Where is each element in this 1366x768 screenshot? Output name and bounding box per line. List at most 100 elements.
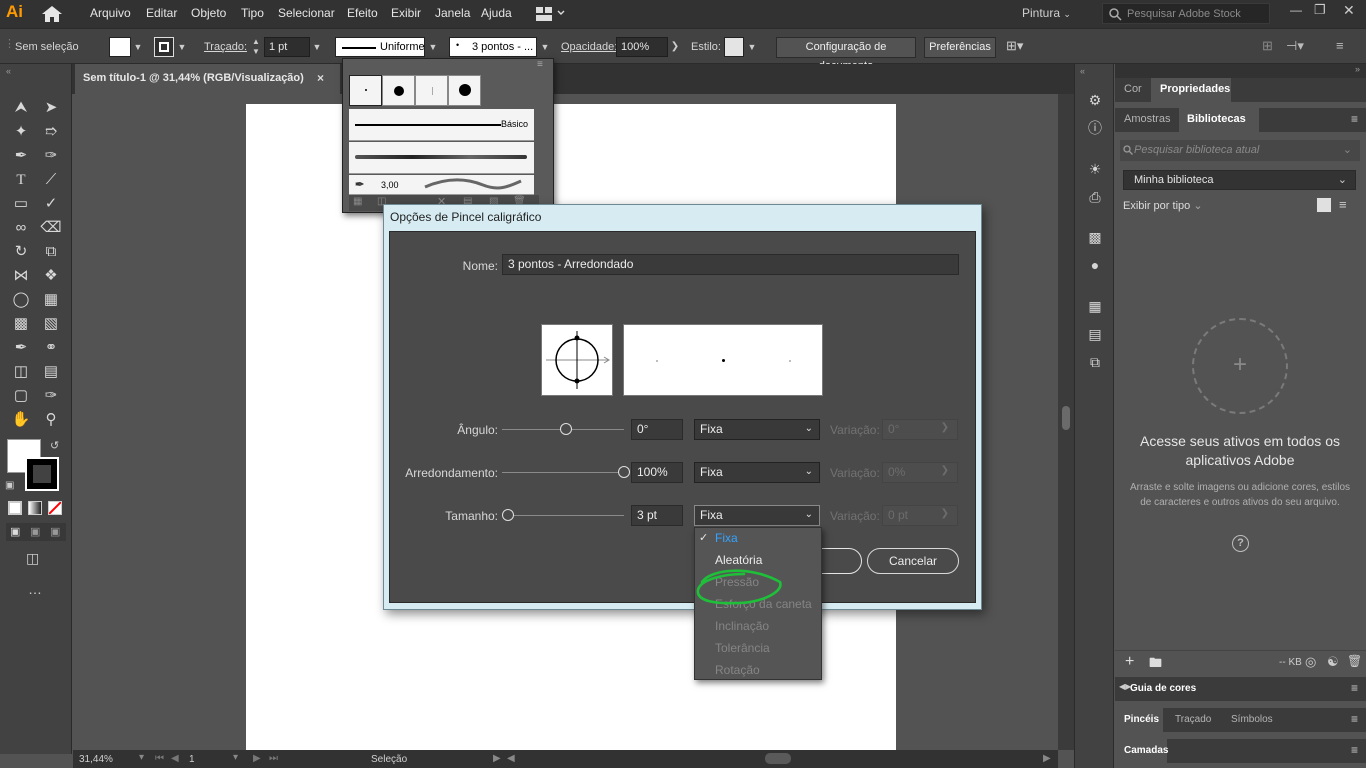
tab-tracado[interactable]: Traçado	[1175, 714, 1211, 725]
next-artboard-icon[interactable]: ▶	[253, 753, 261, 764]
gradient-mode-icon[interactable]	[28, 501, 42, 515]
menu-tipo[interactable]: Tipo	[241, 6, 264, 20]
stroke-dropdown[interactable]: ▼	[175, 37, 189, 57]
size-input[interactable]: 3 pt	[631, 505, 683, 526]
vertical-scrollbar[interactable]	[1058, 94, 1074, 750]
line-tool-icon[interactable]: ⟋	[40, 169, 62, 191]
chevron-down-icon[interactable]: ⌄	[1343, 143, 1352, 156]
brush-definition[interactable]: • 3 pontos - ...	[449, 37, 537, 57]
rotate-tool-icon[interactable]: ↻	[10, 241, 32, 263]
size-mode-select[interactable]: Fixa ⌄	[694, 505, 820, 526]
fill-swatch[interactable]	[109, 37, 131, 57]
magic-wand-tool-icon[interactable]: ✦	[10, 121, 32, 143]
size-slider-knob[interactable]	[502, 509, 514, 521]
eraser-tool-icon[interactable]: ⌫	[40, 217, 62, 239]
lasso-tool-icon[interactable]: ➱	[40, 121, 62, 143]
transform-panel-icon[interactable]: ▦	[1085, 296, 1105, 316]
profile-dropdown[interactable]: ▼	[426, 37, 440, 57]
arrange-documents-icon[interactable]	[536, 7, 566, 21]
stroke-color-swatch[interactable]	[25, 457, 59, 491]
tab-bibliotecas[interactable]: Bibliotecas	[1179, 108, 1259, 132]
brush-swatch-3[interactable]	[415, 75, 448, 106]
paintbrush-tool-icon[interactable]: ✓	[40, 193, 62, 215]
none-mode-icon[interactable]	[48, 501, 62, 515]
draw-behind-icon[interactable]: ▣	[30, 525, 40, 538]
close-window-icon[interactable]: ✕	[1343, 2, 1355, 19]
menu-ajuda[interactable]: Ajuda	[481, 6, 512, 20]
opacity-input[interactable]: 100%	[616, 37, 668, 57]
zoom-dropdown-icon[interactable]: ▾	[139, 752, 144, 763]
stroke-stepper[interactable]: ▲ ▼	[249, 37, 263, 57]
mesh-tool-icon[interactable]: ▩	[10, 313, 32, 335]
column-graph-tool-icon[interactable]: ▤	[40, 361, 62, 383]
tab-simbolos[interactable]: Símbolos	[1231, 714, 1273, 725]
library-menu-icon[interactable]: ≡	[1351, 112, 1358, 126]
vertical-scroll-thumb[interactable]	[1062, 406, 1070, 430]
angle-input[interactable]: 0°	[631, 419, 683, 440]
pen-tool-icon[interactable]: ✒	[10, 145, 32, 167]
blend-tool-icon[interactable]: ⚭	[40, 337, 62, 359]
previous-artboard-icon[interactable]: ◀	[171, 753, 179, 764]
brush-row-3pt[interactable]: ✒ 3,00	[349, 175, 534, 195]
zoom-level[interactable]: 31,44%	[79, 754, 113, 765]
add-library-asset-placeholder[interactable]: +	[1192, 318, 1288, 414]
size-slider-track[interactable]	[502, 515, 624, 516]
workspace-switcher[interactable]: Pintura ⌄	[1022, 6, 1071, 20]
style-dropdown[interactable]: ▼	[745, 37, 759, 57]
angle-slider-knob[interactable]	[560, 423, 572, 435]
artboard-tool-icon[interactable]: ▢	[10, 385, 32, 407]
collapse-toolbar-icon[interactable]: «	[6, 66, 11, 76]
pathfinder-panel-icon[interactable]: ⧉	[1085, 352, 1105, 372]
roundness-mode-select[interactable]: Fixa ⌄	[694, 462, 820, 483]
gradient-panel-icon[interactable]: ▩	[1085, 227, 1105, 247]
cancel-button[interactable]: Cancelar	[867, 548, 959, 574]
tab-pinceis[interactable]: Pincéis	[1115, 708, 1163, 732]
help-icon[interactable]: ?	[1232, 535, 1249, 552]
swap-colors-icon[interactable]: ↺	[50, 439, 59, 452]
menu-objeto[interactable]: Objeto	[191, 6, 226, 20]
direct-selection-tool-icon[interactable]: ➤	[40, 97, 62, 119]
draw-normal-icon[interactable]: ▣	[10, 525, 20, 538]
last-artboard-icon[interactable]: ⏭	[269, 753, 278, 764]
opacity-label[interactable]: Opacidade:	[561, 41, 617, 53]
style-swatch[interactable]	[724, 37, 744, 57]
brush-dropdown[interactable]: ▼	[538, 37, 552, 57]
align-icon[interactable]: ⊞	[1262, 38, 1273, 54]
selection-tool-icon[interactable]: ⮝	[10, 97, 32, 119]
stroke-weight-dropdown[interactable]: ▼	[310, 37, 324, 57]
tab-cor[interactable]: Cor	[1124, 83, 1142, 95]
info-panel-icon[interactable]: ⓘ	[1085, 118, 1105, 138]
document-setup-button[interactable]: Configuração de documento	[776, 37, 916, 72]
brush-row-basic[interactable]: Básico	[349, 109, 534, 141]
first-artboard-icon[interactable]: ⏮	[155, 753, 164, 764]
roundness-slider-track[interactable]	[502, 472, 624, 473]
color-panel-icon[interactable]: ☀	[1085, 159, 1105, 179]
menu-efeito[interactable]: Efeito	[347, 6, 378, 20]
brush-swatch-2[interactable]	[382, 75, 415, 106]
brush-shape-preview[interactable]	[541, 324, 613, 396]
brush-swatch-1[interactable]	[349, 75, 382, 106]
zoom-tool-icon[interactable]: ⚲	[40, 409, 62, 431]
stock-search-input[interactable]: Pesquisar Adobe Stock	[1102, 3, 1270, 24]
appearance-panel-icon[interactable]: ⚙	[1085, 90, 1105, 110]
artboard-number[interactable]: 1	[189, 754, 195, 765]
arrange-icon[interactable]: ⊞▾	[1006, 38, 1023, 54]
roundness-input[interactable]: 100%	[631, 462, 683, 483]
variable-width-profile[interactable]: Uniforme	[335, 37, 425, 57]
shaper-tool-icon[interactable]: ∞	[10, 217, 32, 239]
type-tool-icon[interactable]: T	[10, 169, 32, 191]
layers-menu-icon[interactable]: ≡	[1351, 743, 1358, 757]
tab-camadas[interactable]: Camadas	[1115, 739, 1168, 763]
hand-tool-icon[interactable]: ✋	[10, 409, 32, 431]
menu-exibir[interactable]: Exibir	[391, 6, 421, 20]
collapse-panel-icon[interactable]: »	[1355, 64, 1360, 74]
angle-mode-select[interactable]: Fixa ⌄	[694, 419, 820, 440]
menu-janela[interactable]: Janela	[435, 6, 470, 20]
scroll-right-icon[interactable]: ▶	[1043, 753, 1051, 764]
symbol-sprayer-tool-icon[interactable]: ◫	[10, 361, 32, 383]
screen-mode-icon[interactable]: ◫	[26, 550, 39, 567]
menu-selecionar[interactable]: Selecionar	[278, 6, 335, 20]
transparency-panel-icon[interactable]: ●	[1085, 255, 1105, 275]
folder-icon[interactable]: 🖿	[1149, 654, 1162, 676]
artboard-dropdown-icon[interactable]: ▾	[233, 752, 238, 763]
